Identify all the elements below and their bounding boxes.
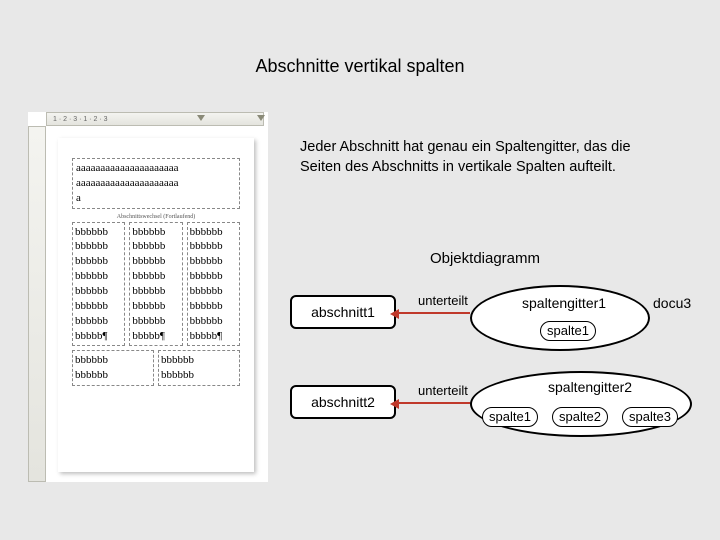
text-line: bbbbb¶	[132, 329, 179, 344]
text-line: bbbbbb	[161, 353, 237, 368]
text-line: bbbbbb	[190, 225, 237, 240]
text-line: bbbbbb	[75, 269, 122, 284]
ruler-horizontal: 1 · 2 · 3 · 1 · 2 · 3	[46, 112, 264, 126]
text-line: bbbbbb	[132, 254, 179, 269]
text-line: bbbbbb	[75, 254, 122, 269]
text-line: bbbbbb	[190, 269, 237, 284]
text-line: bbbbbb	[75, 353, 151, 368]
text-line: bbbbbb	[75, 314, 122, 329]
text-line: a	[76, 191, 236, 206]
text-line: bbbbbb	[75, 368, 151, 383]
object-diagram: spaltengitter1 spalte1 docu3 abschnitt1 …	[290, 285, 695, 465]
column-box: bbbbbb bbbbbb bbbbbb bbbbbb bbbbbb bbbbb…	[187, 222, 240, 347]
text-line: bbbbbb	[132, 269, 179, 284]
two-column-layout: bbbbbb bbbbbb bbbbbb bbbbbb	[72, 350, 240, 386]
tab-stop-icon	[197, 115, 205, 124]
text-line: bbbbbb	[132, 314, 179, 329]
text-line: bbbbbb	[190, 254, 237, 269]
text-line: bbbbbb	[75, 225, 122, 240]
arrow-2	[398, 402, 470, 404]
text-line: bbbbbb	[190, 299, 237, 314]
ruler-markers: 1 · 2 · 3 · 1 · 2 · 3	[53, 116, 107, 123]
text-line: bbbbbb	[75, 284, 122, 299]
arrow-1	[398, 312, 470, 314]
description-text: Jeder Abschnitt hat genau ein Spaltengit…	[300, 138, 670, 177]
abschnitt1-text: abschnitt1	[311, 304, 375, 320]
text-line: bbbbb¶	[190, 329, 237, 344]
spalte1-pill-top: spalte1	[540, 321, 596, 341]
document-preview: 1 · 2 · 3 · 1 · 2 · 3 aaaaaaaaaaaaaaaaaa…	[28, 112, 268, 482]
text-line: bbbbbb	[132, 225, 179, 240]
edge-unterteilt-1: unterteilt	[418, 293, 468, 308]
text-line: bbbbbb	[132, 299, 179, 314]
section-a-box: aaaaaaaaaaaaaaaaaaaaa aaaaaaaaaaaaaaaaaa…	[72, 158, 240, 209]
diagram-title: Objektdiagramm	[300, 250, 670, 267]
column-box: bbbbbb bbbbbb bbbbbb bbbbbb bbbbbb bbbbb…	[72, 222, 125, 347]
document-page: aaaaaaaaaaaaaaaaaaaaa aaaaaaaaaaaaaaaaaa…	[58, 138, 254, 472]
spalte3-pill: spalte3	[622, 407, 678, 427]
text-line: bbbbb¶	[75, 329, 122, 344]
abschnitt1-node: abschnitt1	[290, 295, 396, 329]
edge-unterteilt-2: unterteilt	[418, 383, 468, 398]
text-line: bbbbbb	[161, 368, 237, 383]
spalte1-pill-bot: spalte1	[482, 407, 538, 427]
column-box: bbbbbb bbbbbb	[72, 350, 154, 386]
text-line: bbbbbb	[190, 284, 237, 299]
three-column-layout: bbbbbb bbbbbb bbbbbb bbbbbb bbbbbb bbbbb…	[72, 222, 240, 347]
text-line: bbbbbb	[132, 284, 179, 299]
spaltengitter1-label: spaltengitter1	[522, 295, 606, 311]
ruler-vertical	[28, 126, 46, 482]
column-box: bbbbbb bbbbbb	[158, 350, 240, 386]
text-line: bbbbbb	[132, 239, 179, 254]
spaltengitter2-label: spaltengitter2	[548, 379, 632, 395]
column-box: bbbbbb bbbbbb bbbbbb bbbbbb bbbbbb bbbbb…	[129, 222, 182, 347]
text-line: bbbbbb	[190, 314, 237, 329]
section-break-caption: Abschnittswechsel (Fortlaufend)	[72, 213, 240, 221]
text-line: bbbbbb	[190, 239, 237, 254]
docu3-label: docu3	[653, 295, 691, 311]
text-line: bbbbbb	[75, 299, 122, 314]
text-line: aaaaaaaaaaaaaaaaaaaaa	[76, 161, 236, 176]
text-line: bbbbbb	[75, 239, 122, 254]
abschnitt2-node: abschnitt2	[290, 385, 396, 419]
slide-title: Abschnitte vertikal spalten	[0, 56, 720, 77]
abschnitt2-text: abschnitt2	[311, 394, 375, 410]
tab-stop-icon	[257, 115, 265, 124]
spalte2-pill: spalte2	[552, 407, 608, 427]
text-line: aaaaaaaaaaaaaaaaaaaaa	[76, 176, 236, 191]
